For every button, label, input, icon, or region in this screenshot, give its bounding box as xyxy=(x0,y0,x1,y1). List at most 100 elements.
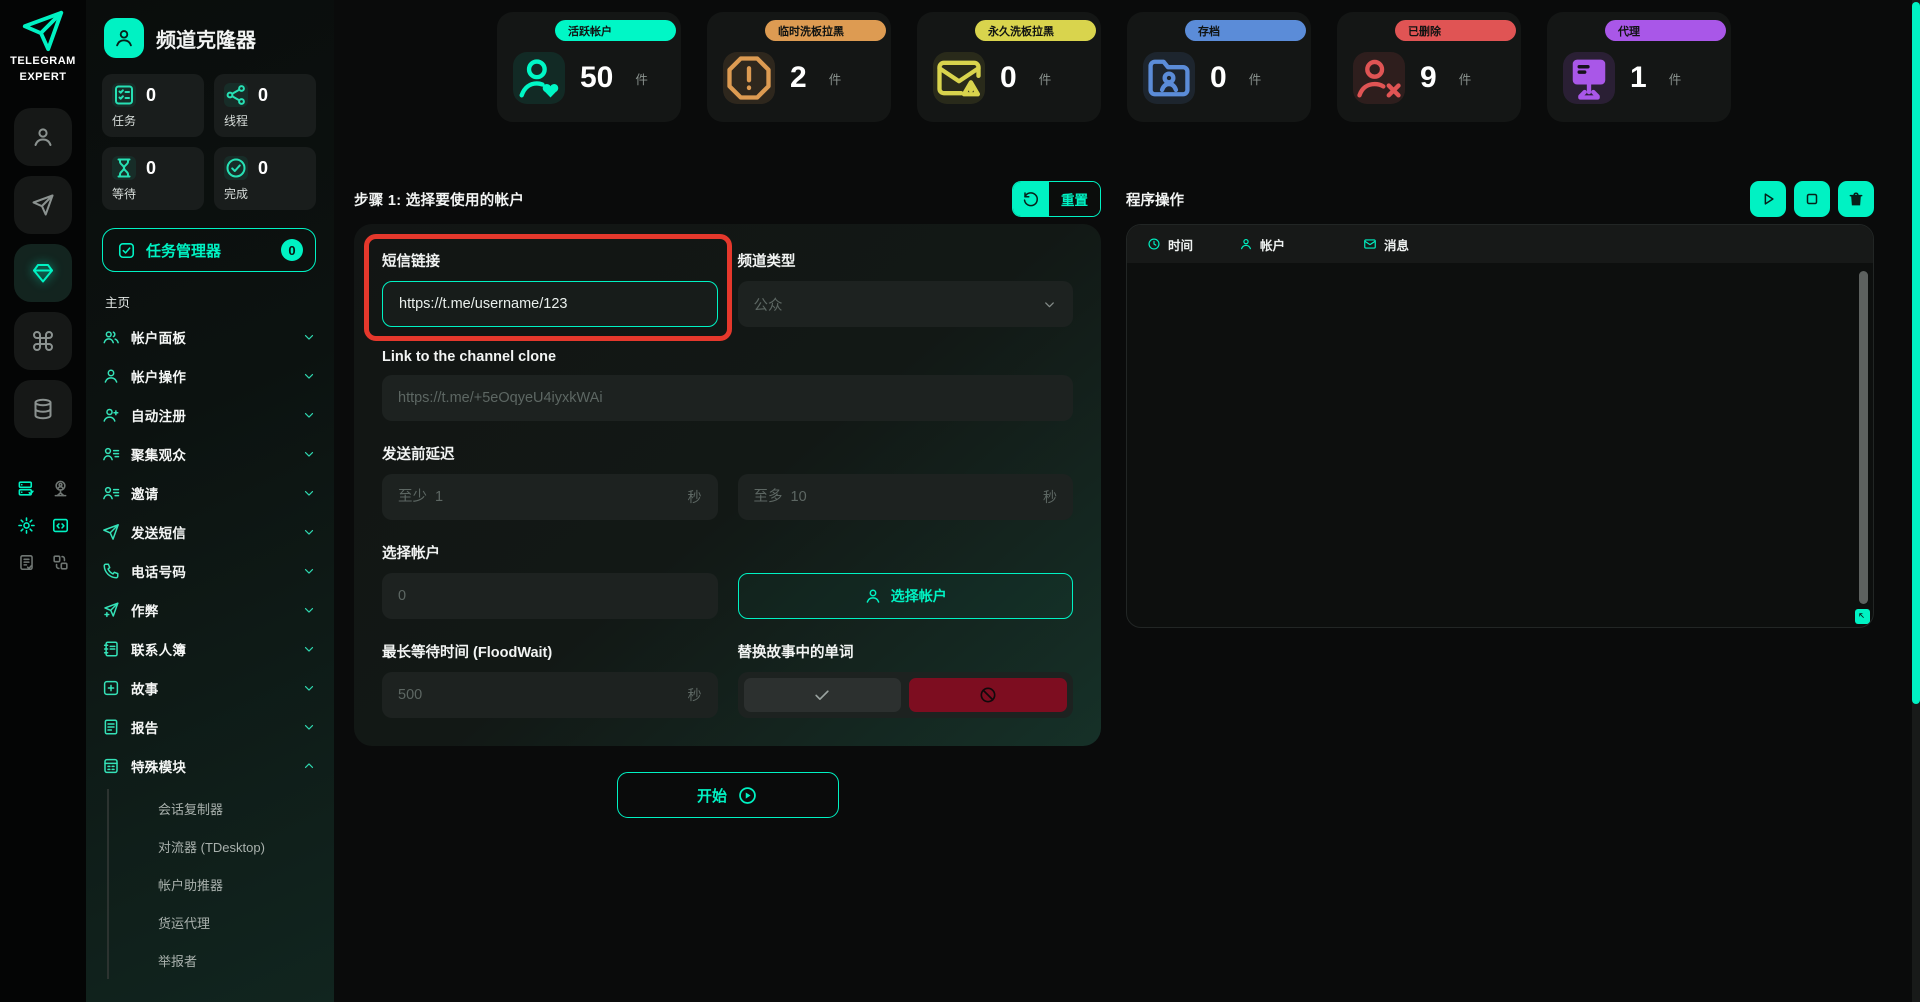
sidebar-item-account-panel[interactable]: 帐户面板 xyxy=(102,317,316,356)
sidebar-item-send-sms[interactable]: 发送短信 xyxy=(102,512,316,551)
brand-line-1: TELEGRAM xyxy=(10,54,76,70)
card-value: 50 xyxy=(580,61,613,95)
play-icon xyxy=(1759,190,1777,208)
mail-icon xyxy=(1363,237,1377,251)
sidebar-item-cheat[interactable]: 作弊 xyxy=(102,590,316,629)
gear-icon[interactable] xyxy=(17,516,36,535)
rail-item-commands[interactable] xyxy=(14,312,72,370)
trash-icon xyxy=(1847,190,1865,208)
submenu-item-freight-agent[interactable]: 货运代理 xyxy=(158,903,316,941)
card-unit: 件 xyxy=(1249,69,1262,88)
task-manager-button[interactable]: 任务管理器 0 xyxy=(102,228,316,272)
delay-max-input[interactable] xyxy=(738,474,1074,520)
play-circle-icon xyxy=(737,785,758,806)
sidebar-item-special-modules[interactable]: 特殊模块 xyxy=(102,746,316,785)
stop-button[interactable] xyxy=(1794,181,1830,217)
alert-octagon-icon xyxy=(723,52,775,104)
delay-max-unit: 秒 xyxy=(1043,474,1057,520)
status-badge: 代理 xyxy=(1605,20,1726,41)
replace-words-field-group: 替换故事中的单词 xyxy=(738,641,1074,718)
replace-words-on-button[interactable] xyxy=(744,678,902,712)
server-check-icon[interactable] xyxy=(17,479,36,498)
sidebar-item-gather-audience[interactable]: 聚集观众 xyxy=(102,434,316,473)
chevron-down-icon xyxy=(302,486,316,500)
report-icon xyxy=(102,718,120,736)
gem-icon xyxy=(31,261,55,285)
clear-log-button[interactable] xyxy=(1838,181,1874,217)
accounts-count-input[interactable] xyxy=(382,573,718,619)
status-cards-row: 活跃帐户 50件 临时洗板拉黑 2件 永久洗板拉黑 0件 存档 0件 已删除 9… xyxy=(354,12,1874,122)
resize-handle[interactable] xyxy=(1855,609,1870,624)
submenu-item-account-booster[interactable]: 帐户助推器 xyxy=(158,865,316,903)
chevron-up-icon xyxy=(302,759,316,773)
swap-squares-icon[interactable] xyxy=(51,553,70,572)
rail-item-database[interactable] xyxy=(14,380,72,438)
replace-words-off-button[interactable] xyxy=(909,678,1067,712)
select-accounts-button[interactable]: 选择帐户 xyxy=(738,573,1074,619)
delay-min-input[interactable] xyxy=(382,474,718,520)
card-value: 0 xyxy=(1000,61,1017,95)
clone-link-input[interactable] xyxy=(382,375,1073,421)
page-scrollbar-thumb[interactable] xyxy=(1912,2,1920,704)
submenu-item-reporter[interactable]: 举报者 xyxy=(158,941,316,979)
card-deleted: 已删除 9件 xyxy=(1337,12,1521,122)
user-x-icon xyxy=(1353,52,1405,104)
sidebar-header: 频道克隆器 xyxy=(104,18,316,58)
doc-check-icon[interactable] xyxy=(17,553,36,572)
stat-value: 0 xyxy=(258,158,268,179)
card-value: 9 xyxy=(1420,61,1437,95)
sidebar-item-phone-numbers[interactable]: 电话号码 xyxy=(102,551,316,590)
task-manager-label: 任务管理器 xyxy=(146,240,271,261)
floodwait-unit: 秒 xyxy=(688,672,702,718)
chevron-down-icon xyxy=(302,720,316,734)
card-value: 0 xyxy=(1210,61,1227,95)
sidebar-item-reports[interactable]: 报告 xyxy=(102,707,316,746)
stat-label: 完成 xyxy=(224,185,306,202)
rail-item-accounts[interactable] xyxy=(14,108,72,166)
sidebar-item-auto-register[interactable]: 自动注册 xyxy=(102,395,316,434)
run-button[interactable] xyxy=(1750,181,1786,217)
block-icon xyxy=(978,685,998,705)
card-archive: 存档 0件 xyxy=(1127,12,1311,122)
accounts-field-group: 选择帐户 选择帐户 xyxy=(382,542,1073,619)
step-form-card: 短信链接 频道类型 公众 Link to the channel clone xyxy=(354,224,1101,746)
sms-link-label: 短信链接 xyxy=(382,250,718,271)
reset-button[interactable]: 重置 xyxy=(1012,181,1101,217)
submenu-item-session-cloner[interactable]: 会话复制器 xyxy=(158,789,316,827)
stat-value: 0 xyxy=(146,158,156,179)
start-button[interactable]: 开始 xyxy=(617,772,839,818)
program-actions-section: 程序操作 时间 帐户 消息 xyxy=(1126,180,1874,818)
channel-type-select[interactable]: 公众 xyxy=(738,281,1074,327)
sms-link-input[interactable] xyxy=(382,281,718,327)
icon-rail: TELEGRAM EXPERT xyxy=(0,0,86,1002)
modules-icon xyxy=(102,757,120,775)
stat-chip-threads: 0 线程 xyxy=(214,74,316,137)
sidebar-item-invite[interactable]: 邀请 xyxy=(102,473,316,512)
stat-chip-waiting: 0 等待 xyxy=(102,147,204,210)
sidebar-item-stories[interactable]: 故事 xyxy=(102,668,316,707)
floodwait-input[interactable] xyxy=(382,672,718,718)
app-avatar xyxy=(104,18,144,58)
home-label[interactable]: 主页 xyxy=(105,292,316,311)
submenu-item-converter[interactable]: 对流器 (TDesktop) xyxy=(158,827,316,865)
user-heart-icon xyxy=(513,52,565,104)
card-active-accounts: 活跃帐户 50件 xyxy=(497,12,681,122)
sidebar-item-account-ops[interactable]: 帐户操作 xyxy=(102,356,316,395)
rail-item-premium[interactable] xyxy=(14,244,72,302)
user-icon xyxy=(864,587,882,605)
rail-footer xyxy=(11,470,75,581)
user-list-icon xyxy=(102,484,120,502)
sidebar-item-contact-book[interactable]: 联系人簿 xyxy=(102,629,316,668)
code-window-icon[interactable] xyxy=(51,516,70,535)
select-accounts-label: 选择帐户 xyxy=(891,586,947,606)
user-icon xyxy=(31,125,55,149)
rail-item-send[interactable] xyxy=(14,176,72,234)
stat-chip-tasks: 0 任务 xyxy=(102,74,204,137)
resize-corner-icon xyxy=(1858,612,1868,622)
user-plus-icon xyxy=(102,406,120,424)
card-perm-blacklist: 永久洗板拉黑 0件 xyxy=(917,12,1101,122)
log-scrollbar-thumb[interactable] xyxy=(1859,271,1868,604)
person-network-icon[interactable] xyxy=(51,479,70,498)
command-icon xyxy=(31,329,55,353)
clock-icon xyxy=(1147,237,1161,251)
